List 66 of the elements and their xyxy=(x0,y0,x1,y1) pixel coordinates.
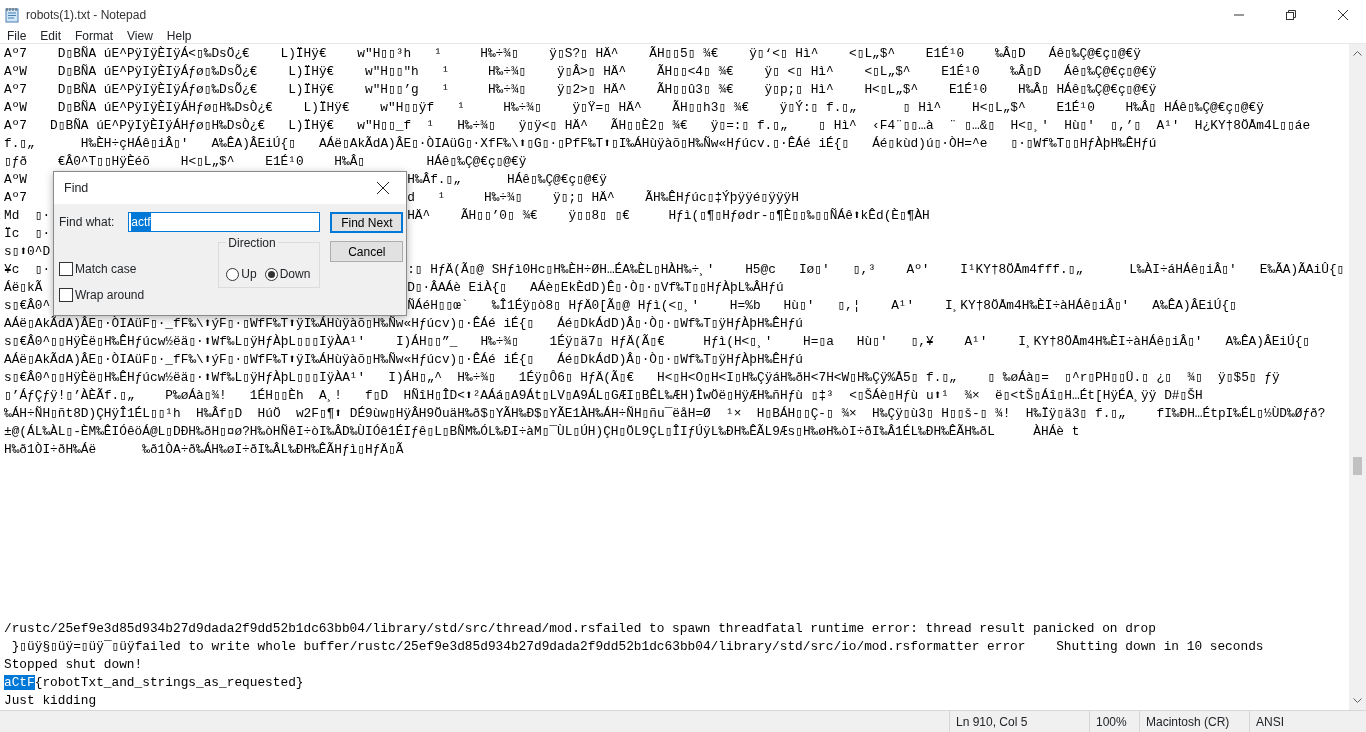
text-line: Aº7 D▯BÑA úE^PÿIÿÈIÿÁƒø▯‰DsÕ¿€ L)ÏHÿ€ w"H▯▯’g ¹ H‰÷¾▯ ÿ▯2>▯ HÄ^ ÃH▯▯û3▯ ¾€ ÿ▯p;▯ Hì^ H<▯L„$^ E1É¹0 H‰Â▯ HÁê▯‰Ç@€ç▯@€ÿ xyxy=(4,82,1157,97)
field-label: Find what: xyxy=(59,214,115,231)
text-line: f.▯„ H‰ÈH÷çHÁê▯iÂ▯' A‰ÊA)ÂEiÚ{▯ AÁë▯AkÃdA)ÂE▯·ÒIAüG▯·XfF‰\⬆▯G▯·▯PfF‰T⬆▯I‰ÁHùÿàõ▯H‰Ñw«Hƒúcv.▯·ÊÁé iÉ{▯ Áé▯kùd)ú▯·ÒH=^e ▯·▯Wf‰T▯▯HƒÀþH‰ÊHƒú xyxy=(4,136,1157,151)
status-text: ANSI xyxy=(1249,710,1349,732)
find-field[interactable]: actf xyxy=(128,212,321,232)
text-line: s▯€Â0^ xyxy=(4,298,51,313)
checkbox[interactable] xyxy=(59,288,73,302)
radio-label: Down xyxy=(279,266,311,283)
text-line: }▯üÿ§▯üÿ=▯üÿ¯▯üÿfailed to write whole buffer/rustc/25ef9e3d85d934b27d9dada2f9dd52b1dc63bb04/library/std/src/io/mod.rsformatter error Shutting down in 10 seconds xyxy=(10,639,1264,654)
text-line: Áë▯kÃ xyxy=(4,280,43,295)
menu-item[interactable]: Edit xyxy=(33,30,69,43)
text-line: D▯·ÂAÁè EiÀ{▯ AÁè▯EkÈdD)Ê▯·Ò▯·▯Vf‰T▯▯HƒÀþL‰ÂHƒú xyxy=(407,280,784,295)
text-line: AºW xyxy=(4,172,28,187)
text-line: Aº7 D▯BÑA úE^PÿIÿÈIÿÁHƒø▯H‰DsÒ¿€ L)ÏHÿ€ w"H▯▯_f ¹ H‰÷¾▯ ÿ▯ÿ<▯ HÄ^ ÃH▯▯È2▯ ¾€ ÿ▯=:▯ f.▯„ ▯ Hì^ ‹F4¨▯▯…à ¨ ▯…&▯ H<▯¸' Hù▯' ▯,’▯ A¹' H¿KY†8ÖÅm4L▯▯áe xyxy=(4,118,1311,133)
close-icon[interactable] xyxy=(377,182,389,194)
menu-item[interactable]: Format xyxy=(68,30,121,43)
radio-button[interactable] xyxy=(264,267,278,281)
selected-text: aCtF xyxy=(4,675,35,690)
menu-item[interactable]: View xyxy=(120,30,160,43)
checkbox-label: Match case xyxy=(75,261,137,278)
text-line: /rustc/25ef9e3d85d934b27d9dada2f9dd52b1dc63bb04/library/std/src/thread/mod.rsfailed to spawn threadfatal runtime error: thread result panicked on drop xyxy=(4,621,1156,636)
text-line: H‰ð1ÒI÷ðH‰Áë ‰ð1ÒA÷ð‰ÁH‰øI÷ðI‰ÂL‰ÐH‰ÊÃHƒì▯HƒÄ▯Ã xyxy=(4,442,404,457)
menu-item[interactable]: File xyxy=(0,30,34,43)
status-text: Macintosh (CR) xyxy=(1139,710,1249,732)
status-text: Ln 910, Col 5 xyxy=(949,710,1089,732)
text-line: s▯€Â0^▯▯HÿÈë▯H‰ÊHƒúcw½ëä▯·⬆Wf‰L▯ÿHƒÀþL▯▯▯IÿÀA¹' I)ÁH▯▯”_ H‰÷¾▯ 1Éÿ▯ä7▯ HƒÄ(Ã▯€ Hƒì(H<▯¸' H=▯a Hù▯' ▯,¥ A¹' I¸KY†8ÖÅm4H‰ÈI÷àHÁê▯iÂ▯' A‰ÊA)ÂEiÚ{▯ xyxy=(4,334,1311,349)
menu-item[interactable]: Help xyxy=(159,30,199,43)
dialog-button[interactable]: Cancel xyxy=(330,241,404,262)
notepad-icon xyxy=(4,7,20,23)
scroll-up-icon[interactable] xyxy=(1353,50,1362,56)
text-line: ▯ƒð €Â0^T▯▯HÿÈéõ H<▯L„$^ E1É¹0 H‰Â▯ HÁê▯‰Ç@€ç▯@€ÿ xyxy=(4,154,527,169)
scroll-down-icon[interactable] xyxy=(1353,698,1362,704)
text-line: Aº7 D▯BÑA úE^PÿIÿÈIÿÁ<▯‰DsÖ¿€ L)ÏHÿ€ w"H▯▯³h ¹ H‰÷¾▯ ÿ▯S?▯ HÄ^ ÃH▯▯5▯ ¾€ ÿ▯‘<▯ Hì^ <▯L„$^ E1É¹0 ‰Â▯D Áê▯‰Ç@€ç▯@€ÿ xyxy=(4,46,1141,61)
window-title: robots(1).txt - Notepad xyxy=(26,7,148,24)
text-line: Aº7 xyxy=(4,190,28,205)
text-line: AºW D▯BÑA úE^PÿIÿÈIÿÁHƒø▯H‰DsÒ¿€ L)ÏHÿ€ w"H▯▯ÿf ¹ H‰÷¾▯ ÿ▯Ÿ=▯ HÄ^ ÃH▯▯h3▯ ¾€ ÿ▯Ý:▯ f.▯„ ▯ Hì^ H<▯L„$^ E1É¹0 H‰Â▯ HÁê▯‰Ç@€ç▯@€ÿ xyxy=(4,100,1264,115)
status-text: 100% xyxy=(1089,710,1139,732)
scrollbar-thumb[interactable] xyxy=(1353,457,1362,475)
text-line: AÁë▯AkÃdA)ÂE▯·ÒIAüF▯·_fF‰\⬆ýF▯·▯WfF‰T⬆ÿI‰ÁHùÿàõ▯H‰Ñw«Hƒúcv)▯·ÊÁé iÉ{▯ Áé▯DkÁdD)Â▯·Ò▯·▯Wf‰T▯ÿHƒÀþH‰ÊHƒú xyxy=(4,352,804,367)
checkbox[interactable] xyxy=(59,262,73,276)
text-line: AºW D▯BÑA úE^PÿIÿÈIÿÁƒø▯‰DsÕ¿€ L)ÏHÿ€ w"H▯▯"h ¹ H‰÷¾▯ ÿ▯Â>▯ HÄ^ ÃH▯▯<4▯ ¾€ ÿ▯ <▯ Hì^ <▯L„$^ E1É¹0 ‰Â▯D Áê▯‰Ç@€ç▯@€ÿ xyxy=(4,64,1157,79)
text-line: Md ▯· xyxy=(4,208,51,223)
text-line: Just kidding xyxy=(4,693,97,708)
dialog-title: Find xyxy=(64,179,89,197)
radio-label: Up xyxy=(241,266,257,283)
text-line: :▯ HƒÄ(Ã▯@ SHƒì0Hc▯H‰ÈH÷ØH…ÉA‰ÈL▯HÀH‰÷¸' H5@c Iø▯' ▯,³ Aº' I¹KY†8ÖÅm4fff.▯„ L‰ÀI÷áHÁê▯iÂ▯' E‰ÃA)ÃAiÛ{▯ xyxy=(407,262,1345,277)
radio-button[interactable] xyxy=(226,267,240,281)
restore-icon[interactable] xyxy=(1286,10,1296,20)
text-line: Ïc ▯· xyxy=(4,226,51,241)
text-line: H‰Âf.▯„ HÁê▯‰Ç@€ç▯@€ÿ xyxy=(407,172,607,187)
text-line: Stopped shut down! xyxy=(4,657,143,672)
text-line: ÑÁéH▯▯œ` ‰Î1Éÿ▯ò8▯ HƒÄ0[Ã▯@ Hƒì(<▯¸' H=%b Hù▯' ▯,¦ A¹' I¸KY†8ÖÅm4H‰ÈI÷àHÁê▯iÂ▯' A‰ÊA)ÂEiÚ{▯ xyxy=(407,298,1237,313)
text-line: HÄ^ ÃH▯▯’0▯ ¾€ ÿ▯▯8▯ ▯€ Hƒì(▯¶▯Hƒødr-▯¶È▯▯‰▯▯ÑÁê⬆kÊd(È▯¶ÀH xyxy=(407,208,930,223)
text-line: ±@(ÁL‰ÀL▯-ÈM‰ÊIÓêöÁ@L▯DÐH‰ðH▯¤ø?H‰òHÑêI÷òI‰ÂD‰ÙIÓê1ÉIƒê▯L▯BÑM‰ÓL‰ÐI÷àM▯¯ÙL▯ÚH)ÇH▯ÖL9ÇL▯ÎIƒÚÿL‰ÐH‰ÊÃL9Æs▯H‰øH‰òI÷ðI‰Â1ÉL‰ÐH‰ÊÃH‰ðL ÀHÁè t xyxy=(4,424,1080,439)
close-icon[interactable] xyxy=(1338,10,1348,20)
checkbox-label: Wrap around xyxy=(75,287,145,304)
dialog-button[interactable]: Find Next xyxy=(330,212,404,233)
text-line: ▯’ÁƒÇƒÿ!▯’ÀÈÃf.▯„ P‰øÁà▯¾! 1ÉH▯▯Èh A¸! f▯D HÑîH▯ÎD<⬆²AÁá▯A9Át▯LV▯A9ÁL▯GÆI▯BÊL‰ÆH)ÎwÖë▯HÿÆH‰ñHƒù ▯‡³ <▯ŠÁè▯Hƒù u⬆¹ ¾× ë▯<tŠ▯Áî▯H…Ét[HÿÉA¸ÿÿ D#▯ŠH xyxy=(4,388,1203,403)
text-line: d ¹ H‰÷¾▯ ÿ▯;▯ HÄ^ ÃH‰ÊHƒúc▯‡Ýþÿÿé▯ÿÿÿH xyxy=(407,190,799,205)
text-line: ‰ÁH÷ÑH▯ñt8D)ÇHÿÎ1ÉL▯▯¹h H‰Âf▯D HúÖ w2F▯¶⬆ DÉ9ùw▯HÿÂH9ÖuäH‰ð$▯YÃH‰Ð$▯YÃE1ÀH‰ÁH÷ÑH▯ñu¯ëåH=Ø ¹× H▯BÁH▯▯Ç-▯ ¾× H‰Çÿ▯ù3▯ H▯▯š-▯ ¾! H‰Ïÿ▯ä3▯ f.▯„ fI‰ÐH…ÉtpI‰ÉL▯½ÙD‰Øƒð? xyxy=(4,406,1326,421)
text-line: AÁë▯AkÃdA)ÂE▯·ÒIAüF▯·_fF‰\⬆ýF▯·▯WfF‰T⬆ÿI‰ÁHùÿàõ▯H‰Ñw«Hƒúcv)▯·ÊÁé iÉ{▯ Áé▯DkÁdD)Â▯·Ò▯·▯Wf‰T▯ÿHƒÀþH‰ÊHƒú xyxy=(4,316,804,331)
text-line: {robotTxt_and_strings_as_requested} xyxy=(34,675,304,690)
text-line: s▯⬆0^D xyxy=(4,244,51,259)
text-line: ¥c ▯· xyxy=(4,262,51,277)
vertical-scrollbar[interactable] xyxy=(1349,44,1366,710)
text-line: s▯€Â0^▯▯HÿÈë▯H‰ÊHƒúcw½ëä▯·⬆Wf‰L▯ÿHƒÀþL▯▯▯IÿÀA¹' I)ÁH▯„^ H‰÷¾▯ 1Éÿ▯Ô6▯ HƒÄ(Ã▯€ H<▯H<O▯H<I▯H‰ÇÿáH‰ðH<7H<W▯H‰Çÿ%Å5▯ f.▯„ ▯ ‰øÁà▯= ▯^r▯PH▯▯Ü.▯ ¿▯ ¾▯ ÿ▯$5▯ ƒÿ xyxy=(4,370,1280,385)
